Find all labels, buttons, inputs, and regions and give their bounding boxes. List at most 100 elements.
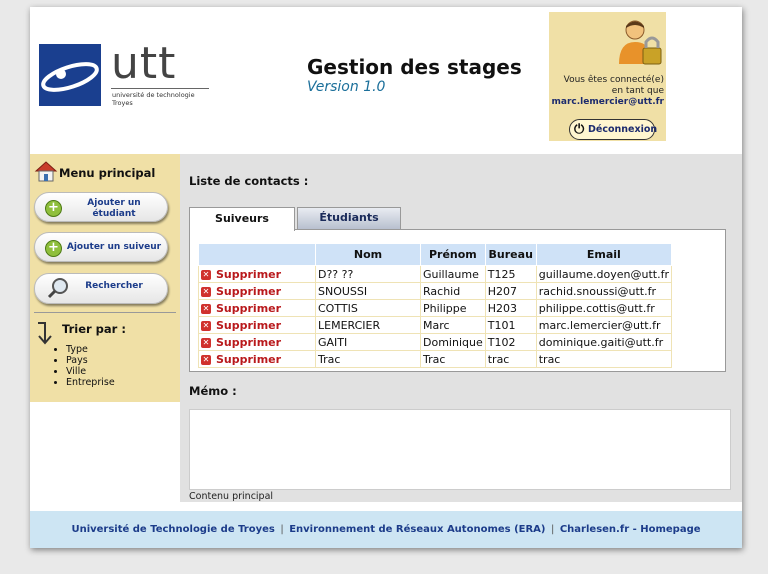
sort-item-ville[interactable]: Ville (66, 366, 115, 377)
cell-prenom: Philippe (420, 299, 486, 317)
contacts-title: Liste de contacts : (189, 174, 309, 188)
cell-email: marc.lemercier@utt.fr (535, 316, 673, 334)
as-line: en tant que (611, 86, 664, 96)
cell-bureau: H207 (484, 282, 537, 300)
delete-label: Supprimer (216, 335, 282, 349)
memo-textarea[interactable] (189, 409, 731, 490)
table-row: ✕ Supprimer D?? ?? Guillaume T125 guillau… (198, 265, 673, 283)
plus-icon: + (45, 240, 62, 257)
cell-prenom: Rachid (420, 282, 486, 300)
footer-separator: | (280, 524, 284, 535)
home-icon (34, 161, 58, 182)
memo-title: Mémo : (189, 384, 237, 398)
delete-icon: ✕ (201, 269, 211, 280)
search-label: Rechercher (85, 281, 143, 291)
cell-bureau: T125 (484, 265, 537, 283)
cell-bureau: T102 (484, 333, 537, 351)
sort-item-pays[interactable]: Pays (66, 355, 115, 366)
logo-subtitle-line1: université de technologie (112, 91, 195, 99)
delete-label: Supprimer (216, 352, 282, 366)
sort-options: Type Pays Ville Entreprise (50, 344, 115, 388)
logout-label: Déconnexion (588, 124, 658, 135)
sidebar: Menu principal + Ajouter un étudiant + A… (30, 154, 180, 402)
delete-icon: ✕ (201, 354, 211, 365)
footer-separator: | (550, 524, 555, 535)
cell-email: dominique.gaiti@utt.fr (535, 333, 673, 351)
cell-email: trac (535, 350, 673, 368)
cell-nom: Trac (315, 350, 421, 368)
app-version: Version 1.0 (307, 79, 386, 95)
logo-divider (111, 88, 209, 89)
cell-prenom: Guillaume (420, 265, 486, 283)
contacts-panel: Nom Prénom Bureau Email ✕ Supprimer D?? ?… (189, 229, 726, 372)
footer: Université de Technologie de Troyes | En… (30, 511, 742, 548)
table-row: ✕ Supprimer LEMERCIER Marc T101 marc.leme… (198, 316, 673, 334)
delete-link[interactable]: ✕ Supprimer (198, 350, 316, 368)
delete-link[interactable]: ✕ Supprimer (198, 333, 316, 351)
table-row: ✕ Supprimer SNOUSSI Rachid H207 rachid.sn… (198, 282, 673, 300)
header: utt université de technologie Troyes Ges… (30, 7, 742, 154)
delete-icon: ✕ (201, 337, 211, 348)
delete-link[interactable]: ✕ Supprimer (198, 316, 316, 334)
sort-arrow-icon (38, 322, 52, 345)
menu-title-label: Menu principal (59, 166, 156, 180)
cell-prenom: Dominique (420, 333, 486, 351)
user-connection-info: Vous êtes connecté(e) en tant que marc.l… (551, 75, 665, 108)
user-box: Vous êtes connecté(e) en tant que marc.l… (549, 12, 666, 141)
table-row: ✕ Supprimer Trac Trac trac trac (198, 350, 673, 368)
plus-icon: + (45, 200, 62, 217)
col-actions (198, 243, 316, 266)
table-header-row: Nom Prénom Bureau Email (198, 243, 673, 266)
col-bureau: Bureau (484, 243, 537, 266)
add-follower-label: Ajouter un suiveur (66, 242, 162, 252)
search-button[interactable]: Rechercher (34, 273, 168, 304)
sort-item-entreprise[interactable]: Entreprise (66, 377, 115, 388)
delete-icon: ✕ (201, 286, 211, 297)
user-lock-icon (619, 20, 662, 65)
delete-label: Supprimer (216, 318, 282, 332)
main-caption: Contenu principal (189, 491, 274, 502)
delete-icon: ✕ (201, 320, 211, 331)
delete-icon: ✕ (201, 303, 211, 314)
connected-line: Vous êtes connecté(e) (563, 75, 664, 85)
logout-button[interactable]: ⏻ Déconnexion (569, 119, 658, 140)
footer-link-homepage[interactable]: Charlesen.fr - Homepage (560, 524, 701, 535)
cell-prenom: Trac (420, 350, 486, 368)
add-follower-button[interactable]: + Ajouter un suiveur (34, 232, 168, 262)
col-prenom: Prénom (420, 243, 486, 266)
sort-item-type[interactable]: Type (66, 344, 115, 355)
cell-nom: SNOUSSI (315, 282, 421, 300)
cell-bureau: trac (484, 350, 537, 368)
add-student-label: Ajouter un étudiant (87, 198, 141, 219)
cell-prenom: Marc (420, 316, 486, 334)
cell-nom: D?? ?? (315, 265, 421, 283)
table-row: ✕ Supprimer COTTIS Philippe H203 philippe… (198, 299, 673, 317)
cell-email: guillaume.doyen@utt.fr (535, 265, 673, 283)
cell-bureau: H203 (484, 299, 537, 317)
col-nom: Nom (315, 243, 421, 266)
col-email: Email (535, 243, 673, 266)
app-title: Gestion des stages (307, 55, 522, 79)
table-row: ✕ Supprimer GAITI Dominique T102 dominiqu… (198, 333, 673, 351)
delete-link[interactable]: ✕ Supprimer (198, 299, 316, 317)
logo-brand: utt (111, 38, 177, 89)
delete-link[interactable]: ✕ Supprimer (198, 265, 316, 283)
page-container: utt université de technologie Troyes Ges… (30, 7, 742, 548)
footer-link-era[interactable]: Environnement de Réseaux Autonomes (ERA) (289, 524, 545, 535)
cell-nom: LEMERCIER (315, 316, 421, 334)
footer-link-utt[interactable]: Université de Technologie de Troyes (71, 524, 274, 535)
tab-etudiants[interactable]: Étudiants (297, 207, 401, 229)
main-content: Liste de contacts : Suiveurs Étudiants N… (180, 154, 742, 502)
utt-logo[interactable]: utt université de technologie Troyes (39, 40, 209, 110)
cell-email: philippe.cottis@utt.fr (535, 299, 673, 317)
sidebar-divider (34, 312, 176, 313)
utt-logo-mark-icon (39, 44, 101, 106)
add-student-button[interactable]: + Ajouter un étudiant (34, 192, 168, 222)
contacts-table: Nom Prénom Bureau Email ✕ Supprimer D?? ?… (198, 243, 673, 368)
delete-link[interactable]: ✕ Supprimer (198, 282, 316, 300)
delete-label: Supprimer (216, 301, 282, 315)
cell-bureau: T101 (484, 316, 537, 334)
logo-subtitle-line2: Troyes (112, 99, 133, 107)
cell-nom: GAITI (315, 333, 421, 351)
tab-suiveurs[interactable]: Suiveurs (189, 207, 295, 231)
